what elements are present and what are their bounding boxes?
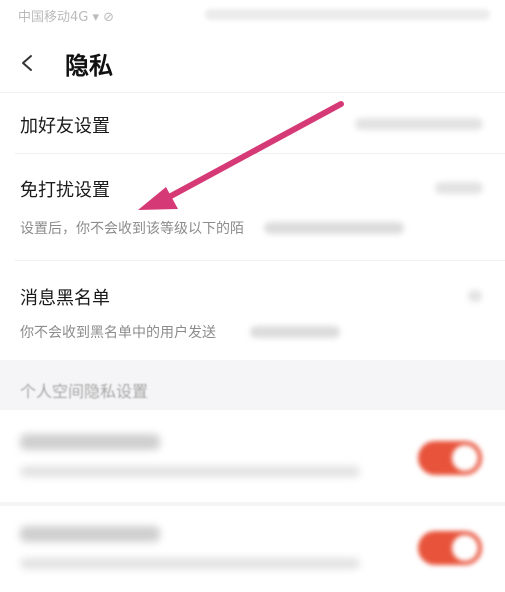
annotation-arrow-icon	[138, 101, 344, 210]
